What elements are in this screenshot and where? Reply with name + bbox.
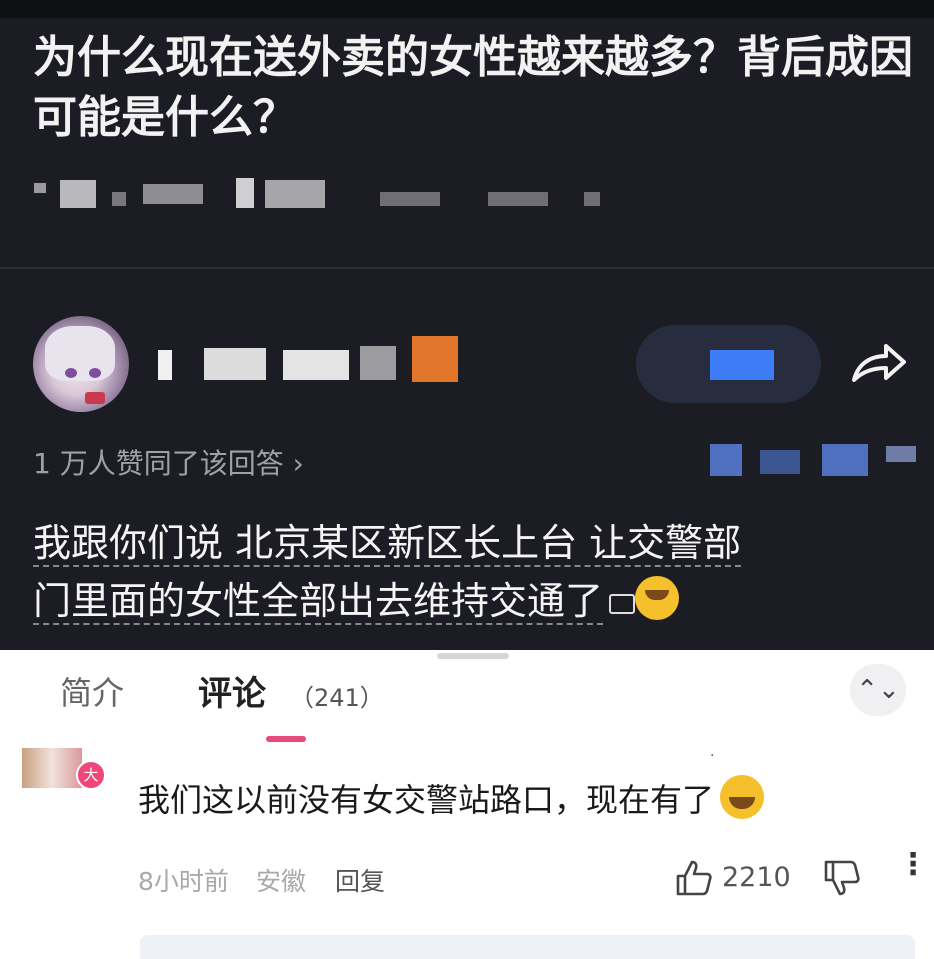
follow-button-blurred-label xyxy=(710,350,774,380)
answer-author-avatar[interactable] xyxy=(33,316,129,412)
comments-count: （241） xyxy=(290,684,384,712)
share-arrow-icon[interactable] xyxy=(848,338,908,388)
comment-text-content: 我们这以前没有女交警站路口，现在有了 xyxy=(138,781,715,819)
tab-comments[interactable]: 评论 xyxy=(198,666,266,715)
tab-intro[interactable]: 简介 xyxy=(60,668,124,714)
thumbs-down-icon[interactable] xyxy=(822,858,862,898)
sheet-grabber[interactable] xyxy=(437,653,509,659)
question-title[interactable]: 为什么现在送外卖的女性越来越多？背后成因可能是什么？ xyxy=(33,28,913,148)
laughing-emoji-icon xyxy=(635,576,680,620)
status-bar xyxy=(0,0,934,18)
laughing-emoji-icon xyxy=(720,775,765,819)
comment-location: 安徽 xyxy=(256,867,307,896)
comment-time: 8小时前 xyxy=(138,867,229,896)
thumbs-up-icon[interactable] xyxy=(674,858,714,898)
more-vertical-icon[interactable]: ⋮ xyxy=(898,850,928,880)
answer-body[interactable]: 我跟你们说 北京某区新区长上台 让交警部 门里面的女性全部出去维持交通了 xyxy=(33,514,913,630)
comment-text[interactable]: 我们这以前没有女交警站路口，现在有了 xyxy=(138,775,765,821)
divider xyxy=(0,267,934,269)
decorative-dot: · xyxy=(710,748,715,764)
answer-line-1: 我跟你们说 北京某区新区长上台 让交警部 xyxy=(33,521,742,567)
like-count: 2210 xyxy=(722,862,791,893)
sort-icon[interactable]: ⌃⌄ xyxy=(850,664,906,716)
agree-count-link[interactable]: 1 万人赞同了该回答 › xyxy=(33,442,304,482)
active-tab-indicator xyxy=(266,736,306,742)
commenter-avatar[interactable] xyxy=(22,748,82,788)
next-comment-preview xyxy=(140,935,915,959)
answer-line-2: 门里面的女性全部出去维持交通了 xyxy=(33,579,604,625)
comment-bubble-icon[interactable] xyxy=(609,594,636,614)
reply-button[interactable]: 回复 xyxy=(335,862,385,898)
commenter-badge: 大 xyxy=(76,760,106,790)
